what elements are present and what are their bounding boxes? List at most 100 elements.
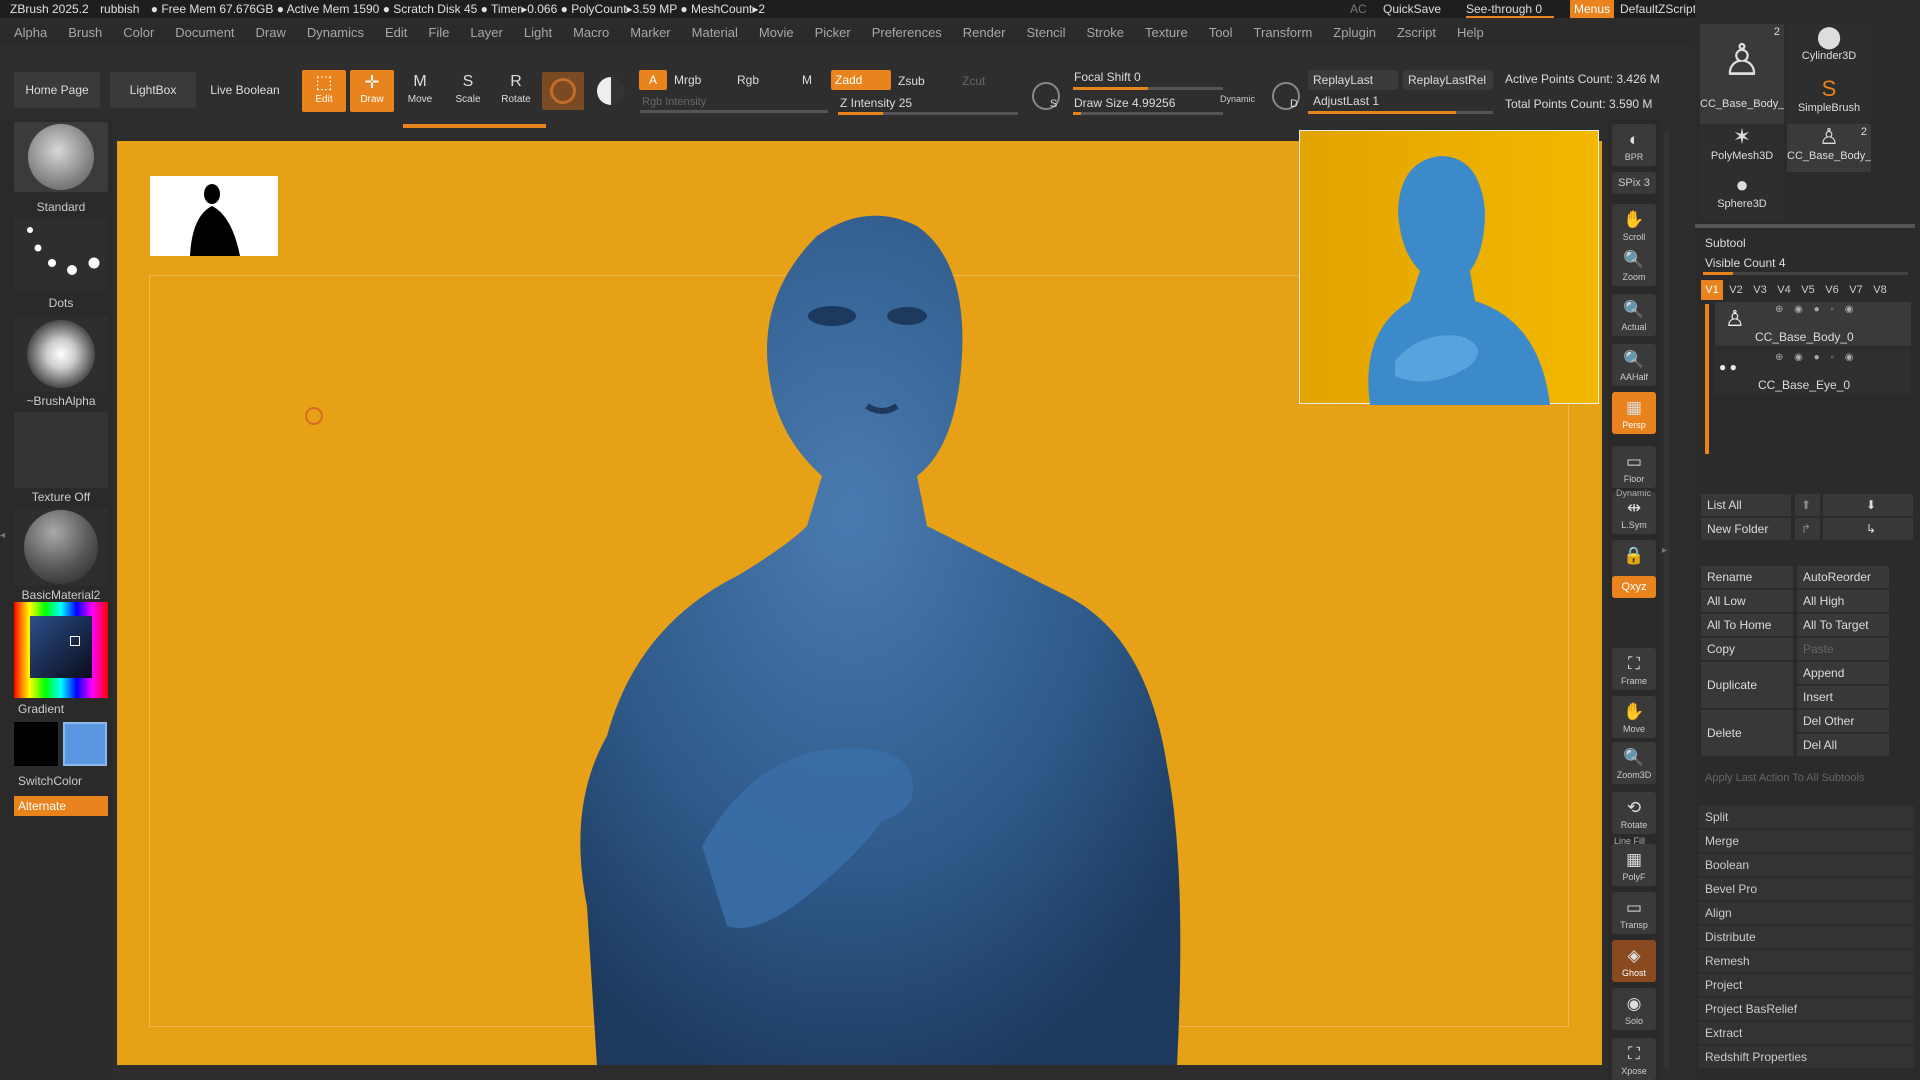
solo-button[interactable]: ◉ Solo — [1612, 988, 1656, 1030]
list-all-button[interactable]: List All — [1701, 494, 1791, 516]
version-tab-v6[interactable]: V6 — [1821, 280, 1843, 300]
all-to-home-button[interactable]: All To Home — [1701, 614, 1793, 636]
section-distribute[interactable]: Distribute — [1699, 926, 1914, 948]
version-tab-v3[interactable]: V3 — [1749, 280, 1771, 300]
new-folder-button[interactable]: New Folder — [1701, 518, 1791, 540]
quicksave-button[interactable]: QuickSave — [1383, 0, 1441, 18]
move-mode-button[interactable]: M Move — [398, 70, 442, 112]
insert-button[interactable]: Insert — [1797, 686, 1889, 708]
color-picker[interactable] — [14, 602, 108, 698]
subtool-toggles-icon[interactable]: ⊕ ◉ ● ◦ ◉ — [1775, 352, 1858, 363]
rename-button[interactable]: Rename — [1701, 566, 1793, 588]
material-selector[interactable] — [14, 508, 108, 586]
home-page-button[interactable]: Home Page — [14, 72, 100, 108]
z-intensity-track[interactable] — [838, 112, 1018, 115]
section-split[interactable]: Split — [1699, 806, 1914, 828]
tool-thumb[interactable]: ✶ PolyMesh3D — [1700, 124, 1784, 172]
menu-stencil[interactable]: Stencil — [1026, 21, 1065, 45]
zoom-button[interactable]: 🔍 Zoom — [1612, 244, 1656, 286]
section-bevel-pro[interactable]: Bevel Pro — [1699, 878, 1914, 900]
tool-thumb[interactable]: ⬤ Cylinder3D — [1787, 24, 1871, 76]
polyf-button[interactable]: ▦ PolyF — [1612, 844, 1656, 886]
alpha-selector[interactable] — [14, 316, 108, 392]
menu-movie[interactable]: Movie — [759, 21, 794, 45]
lsym-button[interactable]: ⇹ L.Sym — [1612, 492, 1656, 534]
del-other-button[interactable]: Del Other — [1797, 710, 1889, 732]
section-redshift-properties[interactable]: Redshift Properties — [1699, 1046, 1914, 1068]
color-square[interactable] — [30, 616, 92, 678]
focal-shift-track[interactable] — [1073, 87, 1223, 90]
menu-color[interactable]: Color — [123, 21, 154, 45]
menu-render[interactable]: Render — [963, 21, 1006, 45]
section-remesh[interactable]: Remesh — [1699, 950, 1914, 972]
xyz-button[interactable]: ↻Qxyz — [1612, 576, 1656, 598]
version-tab-v1[interactable]: V1 — [1701, 280, 1723, 300]
tool-thumb[interactable]: ♙ CC_Base_Body_0 2 — [1700, 24, 1784, 124]
brush-selector[interactable] — [14, 122, 108, 192]
transp-button[interactable]: ▭ Transp — [1612, 892, 1656, 934]
delete-button[interactable]: Delete — [1701, 710, 1793, 756]
right-collapse-icon[interactable]: ▸ — [1662, 545, 1667, 556]
z-intensity-slider[interactable]: Z Intensity 25 — [840, 96, 912, 110]
menu-texture[interactable]: Texture — [1145, 21, 1188, 45]
subtool-title[interactable]: Subtool — [1705, 236, 1746, 250]
visible-count-track[interactable] — [1703, 272, 1908, 275]
auto-reorder-button[interactable]: AutoReorder — [1797, 566, 1889, 588]
zoom3d-button[interactable]: 🔍 Zoom3D — [1612, 742, 1656, 784]
rgb-intensity-track[interactable] — [640, 110, 828, 113]
sculpt-mesh[interactable] — [487, 206, 1307, 1065]
floor-button[interactable]: ▭ Floor — [1612, 446, 1656, 488]
actual-button[interactable]: 🔍 Actual — [1612, 294, 1656, 336]
rgb-intensity-slider[interactable]: Rgb Intensity — [642, 96, 706, 108]
menu-stroke[interactable]: Stroke — [1086, 21, 1124, 45]
material-sphere-button[interactable] — [542, 72, 584, 110]
subtool-item-body[interactable]: ♙ ⊕ ◉ ● ◦ ◉ CC_Base_Body_0 — [1715, 302, 1911, 346]
a-button[interactable]: A — [639, 70, 667, 90]
shelf-scrollbar[interactable] — [1664, 130, 1669, 1070]
move-down-icon[interactable]: ⬇ — [1823, 494, 1913, 516]
brush-mode-button[interactable] — [592, 72, 630, 110]
frame-button[interactable]: ⛶ Frame — [1612, 648, 1656, 690]
menu-tool[interactable]: Tool — [1209, 21, 1233, 45]
append-button[interactable]: Append — [1797, 662, 1889, 684]
version-tab-v7[interactable]: V7 — [1845, 280, 1867, 300]
draw-size-slider[interactable]: Draw Size 4.99256 — [1074, 96, 1175, 110]
menu-light[interactable]: Light — [524, 21, 552, 45]
ghost-button[interactable]: ◈ Ghost — [1612, 940, 1656, 982]
draw-size-track[interactable] — [1073, 112, 1223, 115]
apply-last-action-button[interactable]: Apply Last Action To All Subtools — [1705, 772, 1864, 784]
move-up-icon[interactable]: ⬆ — [1795, 494, 1820, 516]
menu-marker[interactable]: Marker — [630, 21, 670, 45]
bpr-button[interactable]: ◐ BPR — [1612, 124, 1656, 166]
replay-last-rel-button[interactable]: ReplayLastRel — [1403, 70, 1493, 90]
all-to-target-button[interactable]: All To Target — [1797, 614, 1889, 636]
subtool-item-eye[interactable]: ● ● ⊕ ◉ ● ◦ ◉ CC_Base_Eye_0 — [1715, 350, 1911, 394]
xpose-button[interactable]: ⛶ Xpose — [1612, 1038, 1656, 1080]
menu-layer[interactable]: Layer — [470, 21, 503, 45]
version-tab-v4[interactable]: V4 — [1773, 280, 1795, 300]
left-collapse-icon[interactable]: ◂ — [0, 530, 8, 560]
section-merge[interactable]: Merge — [1699, 830, 1914, 852]
menu-edit[interactable]: Edit — [385, 21, 407, 45]
menu-zplugin[interactable]: Zplugin — [1333, 21, 1376, 45]
navigator-preview[interactable] — [1299, 130, 1599, 405]
stroke-selector[interactable] — [14, 218, 108, 290]
menus-toggle[interactable]: Menus — [1570, 0, 1615, 18]
edit-mode-button[interactable]: ⬚ Edit — [302, 70, 346, 112]
version-tab-v8[interactable]: V8 — [1869, 280, 1891, 300]
rgb-button[interactable]: Rgb — [737, 73, 759, 87]
subtool-toggles-icon[interactable]: ⊕ ◉ ● ◦ ◉ — [1775, 304, 1858, 315]
tool-thumb[interactable]: ♙ CC_Base_Body_0 2 — [1787, 124, 1871, 172]
all-high-button[interactable]: All High — [1797, 590, 1889, 612]
persp-button[interactable]: ▦ Persp — [1612, 392, 1656, 434]
spix-button[interactable]: ▬SPix 3 — [1612, 172, 1656, 194]
copy-button[interactable]: Copy — [1701, 638, 1793, 660]
aahalf-button[interactable]: 🔍 AAHalf — [1612, 344, 1656, 386]
section-project[interactable]: Project — [1699, 974, 1914, 996]
lightbox-button[interactable]: LightBox — [110, 72, 196, 108]
menu-brush[interactable]: Brush — [68, 21, 102, 45]
zcut-button[interactable]: Zcut — [962, 74, 985, 88]
focal-shift-slider[interactable]: Focal Shift 0 — [1074, 70, 1141, 84]
section-extract[interactable]: Extract — [1699, 1022, 1914, 1044]
m-button[interactable]: M — [802, 73, 812, 87]
